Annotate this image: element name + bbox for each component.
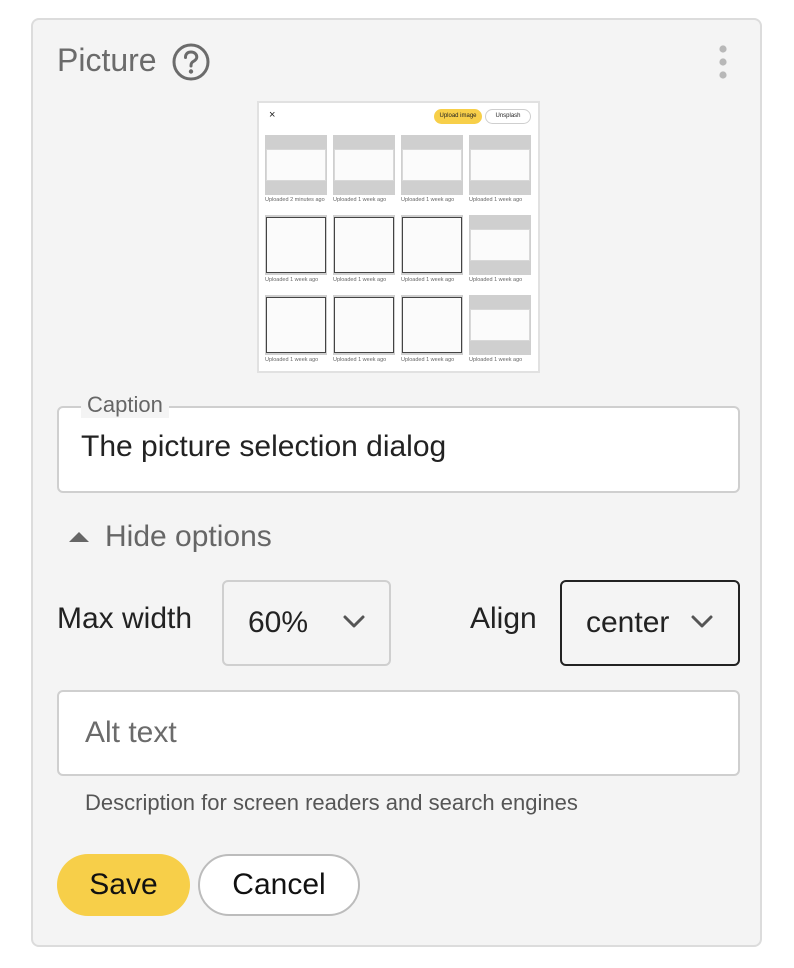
picture-widget-panel: Picture × Upload image Unsplash Uploaded… [31, 18, 762, 947]
alt-text-input[interactable] [59, 692, 738, 774]
max-width-value: 60% [248, 606, 309, 639]
image-caption: Uploaded 1 week ago [469, 277, 523, 283]
save-button[interactable]: Save [57, 854, 190, 916]
caption-value[interactable]: The picture selection dialog [81, 430, 446, 464]
image-caption: Uploaded 2 minutes ago [265, 197, 325, 203]
caption-label: Caption [81, 392, 169, 418]
alt-text-field[interactable] [57, 690, 740, 776]
image-caption: Uploaded 1 week ago [401, 357, 455, 363]
image-caption: Uploaded 1 week ago [401, 277, 455, 283]
image-tile: Uploaded 1 week ago [333, 135, 395, 210]
hide-options-toggle[interactable]: Hide options [69, 517, 272, 557]
image-tile: Uploaded 1 week ago [265, 215, 327, 290]
image-tile: Uploaded 2 minutes ago [265, 135, 327, 210]
image-tile: Uploaded 1 week ago [265, 295, 327, 370]
image-tile: Uploaded 1 week ago [333, 295, 395, 370]
align-value: center [586, 606, 670, 639]
close-icon: × [269, 109, 276, 121]
kebab-menu-icon[interactable] [708, 44, 738, 80]
image-caption: Uploaded 1 week ago [333, 197, 387, 203]
help-circle-icon[interactable] [171, 42, 211, 82]
unsplash-button: Unsplash [485, 109, 531, 124]
image-tile: Uploaded 1 week ago [333, 215, 395, 290]
upload-image-button: Upload image [434, 109, 482, 124]
align-label: Align [470, 602, 537, 635]
chevron-down-icon [691, 615, 713, 628]
image-caption: Uploaded 1 week ago [265, 277, 319, 283]
widget-title: Picture [57, 42, 157, 78]
image-tile: Uploaded 1 week ago [469, 215, 531, 290]
image-caption: Uploaded 1 week ago [469, 197, 523, 203]
image-tile: Uploaded 1 week ago [401, 295, 463, 370]
image-tile: Uploaded 1 week ago [401, 215, 463, 290]
image-caption: Uploaded 1 week ago [333, 277, 387, 283]
triangle-up-icon [69, 532, 89, 542]
hide-options-label: Hide options [105, 520, 272, 553]
max-width-select[interactable]: 60% [222, 580, 391, 666]
picture-preview-thumbnail[interactable]: × Upload image Unsplash Uploaded 2 minut… [257, 101, 540, 373]
cancel-button[interactable]: Cancel [198, 854, 360, 916]
max-width-label: Max width [57, 602, 193, 635]
image-caption: Uploaded 1 week ago [265, 357, 319, 363]
image-tile: Uploaded 1 week ago [469, 295, 531, 370]
image-caption: Uploaded 1 week ago [401, 197, 455, 203]
alt-text-help: Description for screen readers and searc… [85, 790, 578, 815]
align-select[interactable]: center [560, 580, 740, 666]
image-tile: Uploaded 1 week ago [401, 135, 463, 210]
image-caption: Uploaded 1 week ago [469, 357, 523, 363]
image-tile: Uploaded 1 week ago [469, 135, 531, 210]
caption-field[interactable]: Caption The picture selection dialog [57, 392, 740, 493]
image-caption: Uploaded 1 week ago [333, 357, 387, 363]
chevron-down-icon [343, 615, 365, 628]
